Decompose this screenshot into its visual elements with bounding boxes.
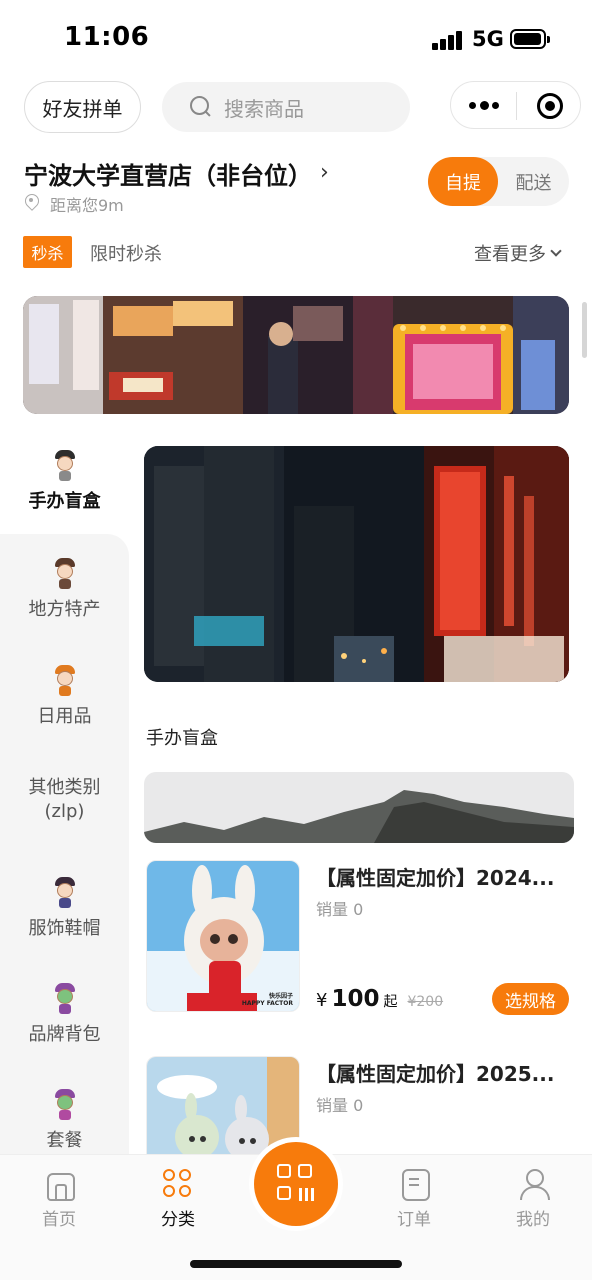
mini-program-capsule	[450, 81, 581, 129]
product-title[interactable]: 【属性固定加价】2024...	[316, 862, 566, 891]
category-grid-icon	[163, 1167, 193, 1199]
category-label: 日用品	[37, 706, 92, 727]
see-more-link[interactable]: 查看更多	[474, 240, 562, 266]
more-icon[interactable]	[469, 100, 499, 110]
product-image[interactable]: 快乐因子 HAPPY FACTOR	[146, 860, 300, 1012]
promo-banner[interactable]	[23, 296, 569, 414]
mascot-icon	[50, 981, 80, 1015]
scroll-indicator[interactable]	[582, 302, 587, 358]
group-buy-button[interactable]: 好友拼单	[24, 81, 141, 133]
product-card[interactable]: 【属性固定加价】2025... 销量 0	[144, 1056, 569, 1154]
see-more-label: 查看更多	[474, 244, 546, 265]
category-label: 手办盲盒	[28, 491, 101, 512]
product-card[interactable]: 快乐因子 HAPPY FACTOR 【属性固定加价】2024... 销量 0 ¥…	[144, 860, 569, 1020]
network-type: 5G	[472, 27, 504, 51]
store-distance: 距离您9m	[50, 196, 124, 215]
scan-order-button[interactable]	[254, 1142, 338, 1226]
tab-label: 首页	[42, 1210, 76, 1230]
category-item-daily-goods[interactable]: 日用品	[0, 663, 129, 729]
pickup-option[interactable]: 自提	[428, 157, 498, 206]
store-distance-row: 距离您9m	[24, 192, 124, 216]
category-banner[interactable]	[144, 446, 569, 682]
product-title[interactable]: 【属性固定加价】2025...	[316, 1058, 566, 1087]
search-placeholder: 搜索商品	[224, 96, 304, 121]
select-spec-button[interactable]: 选规格	[492, 983, 569, 1015]
category-item-other[interactable]: 其他类别 (zlp)	[0, 776, 129, 824]
home-icon	[44, 1167, 75, 1201]
section-title: 手办盲盒	[146, 728, 218, 749]
tab-label: 订单	[397, 1210, 431, 1230]
flash-sale-tag: 秒杀	[23, 236, 72, 268]
home-indicator	[190, 1260, 402, 1268]
tab-home[interactable]: 首页	[19, 1167, 99, 1230]
tab-label: 分类	[161, 1210, 195, 1230]
category-label: 套餐	[46, 1130, 83, 1151]
mascot-icon	[50, 1087, 80, 1121]
price-row: ¥ 100 起 ¥200	[316, 986, 443, 1012]
search-icon	[190, 96, 212, 118]
category-label: 地方特产	[28, 599, 101, 620]
category-sidebar: 手办盲盒 地方特产 日用品 其他类别 (zlp) 服饰鞋帽 品牌背包 套餐	[0, 432, 129, 1154]
flash-sale-label: 限时秒杀	[90, 244, 162, 265]
tab-orders[interactable]: 订单	[374, 1167, 454, 1230]
delivery-option[interactable]: 配送	[498, 157, 569, 206]
capsule-divider	[516, 92, 517, 120]
mascot-icon	[50, 875, 80, 909]
category-item-combo[interactable]: 套餐	[0, 1087, 129, 1153]
order-icon	[399, 1167, 430, 1201]
category-item-local-specialties[interactable]: 地方特产	[0, 556, 129, 622]
signal-icon	[432, 30, 464, 50]
tab-me[interactable]: 我的	[493, 1167, 573, 1230]
battery-icon	[510, 29, 550, 49]
category-label: 服饰鞋帽	[28, 918, 101, 939]
product-image[interactable]	[146, 1056, 300, 1154]
chevron-down-icon	[550, 245, 562, 257]
category-label: 其他类别 (zlp)	[28, 777, 101, 822]
tab-label: 我的	[516, 1210, 550, 1230]
store-name[interactable]: 宁波大学直营店（非台位）	[24, 156, 312, 191]
category-item-brand-bags[interactable]: 品牌背包	[0, 981, 129, 1047]
chevron-right-icon[interactable]: ›	[320, 160, 329, 185]
figure-mascot-icon	[50, 448, 80, 482]
search-bar[interactable]: 搜索商品	[162, 82, 410, 132]
close-target-icon[interactable]	[537, 93, 563, 119]
product-sales: 销量 0	[316, 1096, 364, 1115]
category-label: 品牌背包	[28, 1024, 101, 1045]
category-item-apparel[interactable]: 服饰鞋帽	[0, 875, 129, 941]
status-bar: 11:06 5G	[0, 0, 592, 70]
scan-grid-icon	[277, 1164, 291, 1178]
sidebar-background	[0, 534, 129, 1154]
profile-icon	[518, 1167, 550, 1200]
location-pin-icon	[24, 194, 40, 214]
category-item-figures[interactable]: 手办盲盒	[0, 448, 129, 514]
price-currency: ¥	[316, 990, 328, 1011]
price-suffix: 起	[383, 994, 398, 1010]
status-time: 11:06	[64, 22, 150, 52]
product-sales: 销量 0	[316, 900, 364, 919]
tab-category[interactable]: 分类	[138, 1167, 218, 1230]
product-image-caption: 快乐因子 HAPPY FACTOR	[241, 993, 293, 1007]
original-price: ¥200	[407, 994, 444, 1010]
mascot-icon	[50, 556, 80, 590]
delivery-mode-toggle: 自提 配送	[428, 157, 569, 206]
section-banner	[144, 772, 574, 843]
price-value: 100	[331, 986, 380, 1012]
witch-mascot-icon	[50, 663, 80, 697]
